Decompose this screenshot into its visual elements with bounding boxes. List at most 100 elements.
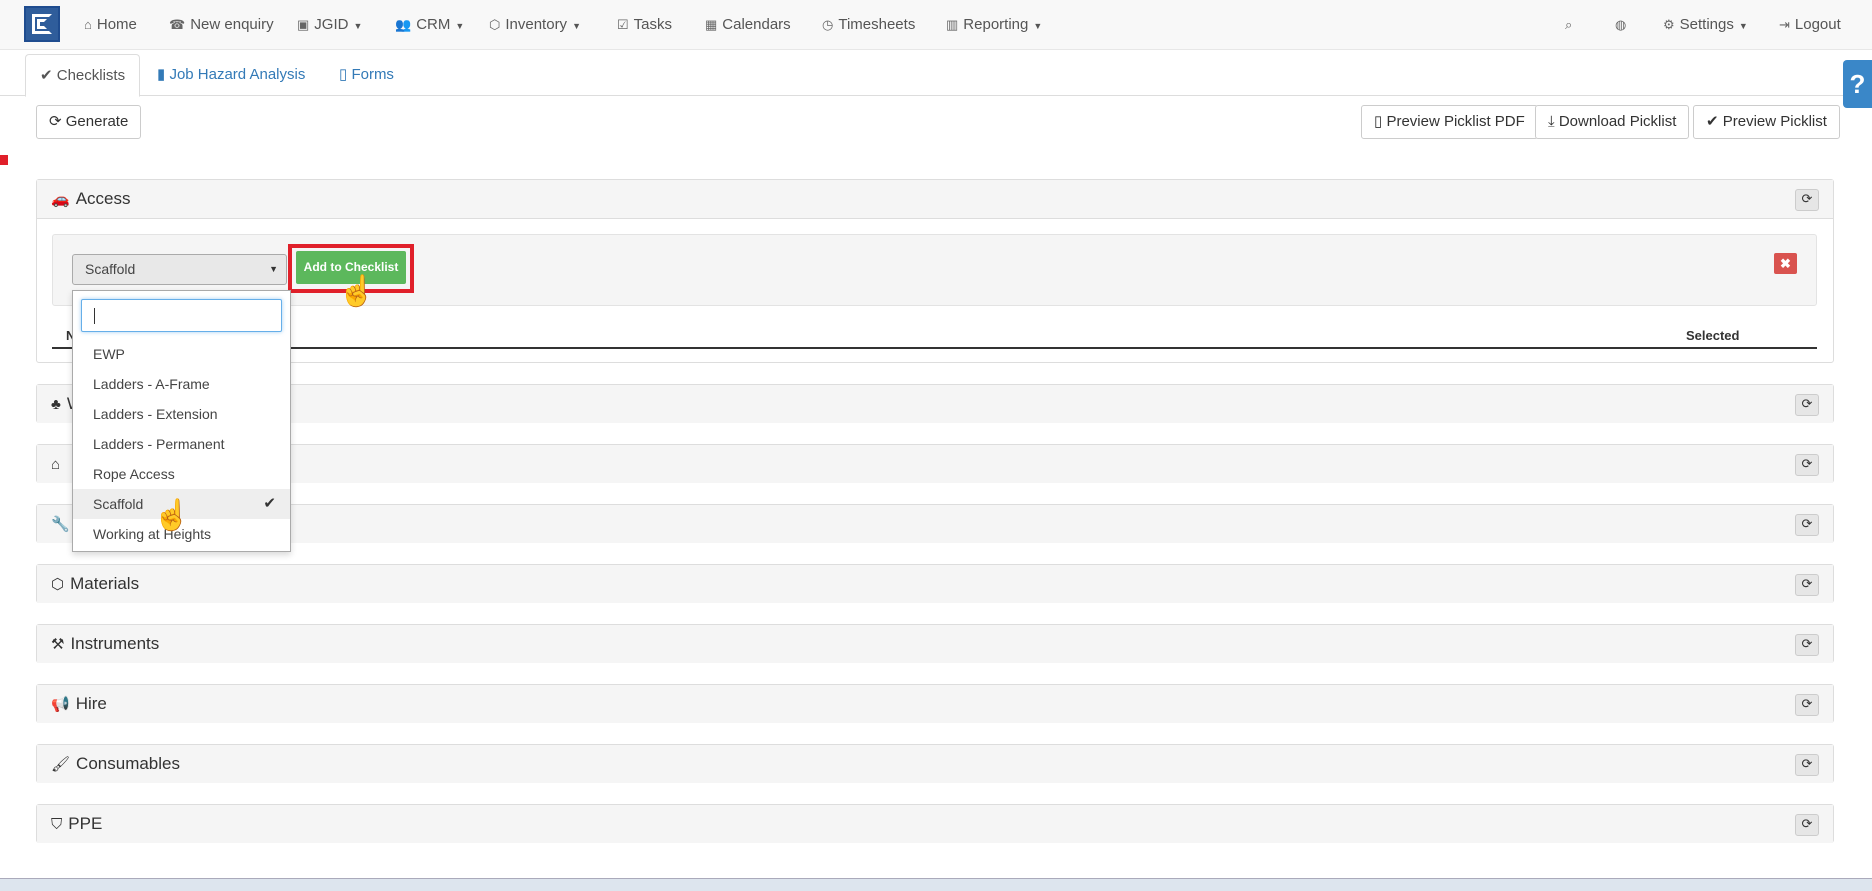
checkbox-icon: ☑ xyxy=(617,17,629,32)
panel-ppe-header[interactable]: ⛉ PPE ⟳ xyxy=(37,805,1833,843)
jgid-icon: ▣ xyxy=(297,17,310,32)
panel-3-header[interactable]: ⌂ ⟳ xyxy=(37,445,1833,483)
nav-settings[interactable]: ⚙ Settings ▼ xyxy=(1663,0,1748,49)
caret-down-icon: ▼ xyxy=(455,21,465,31)
nav-tasks[interactable]: ☑ Tasks xyxy=(617,0,672,49)
nav-jgid[interactable]: ▣ JGID ▼ xyxy=(297,0,362,49)
file-pdf-icon: ▯ xyxy=(1374,113,1383,130)
refresh-icon[interactable]: ⟳ xyxy=(1795,514,1819,536)
clock-icon: ◷ xyxy=(822,17,834,32)
caret-down-icon: ▼ xyxy=(1033,21,1043,31)
top-navbar: ⌂ Home ☎ New enquiry ▣ JGID ▼ 👥 CRM ▼ ⬡ Invento… xyxy=(0,0,1872,50)
nav-inventory[interactable]: ⬡ Inventory ▼ xyxy=(489,0,581,49)
cubes-icon: ⬡ xyxy=(51,576,65,593)
globe-icon: ◍ xyxy=(1615,17,1627,32)
car-icon: 🚗 xyxy=(51,191,70,208)
checklist-item-select[interactable]: Scaffold ▼ xyxy=(72,254,287,285)
nav-search[interactable]: ⌕ xyxy=(1565,0,1577,49)
nav-home[interactable]: ⌂ Home xyxy=(84,0,137,49)
panel-4: 🔧 ⟳ xyxy=(36,504,1834,543)
signal-icon: ▮ xyxy=(157,66,166,83)
nav-new-enquiry[interactable]: ☎ New enquiry xyxy=(169,0,274,49)
bullhorn-icon: 📢 xyxy=(51,696,70,713)
panel-consumables: 🖌 Consumables ⟳ xyxy=(36,744,1834,783)
table-header-rule xyxy=(52,347,1817,349)
close-icon: ✖ xyxy=(1780,256,1791,271)
bottom-strip xyxy=(0,878,1872,891)
tab-job-hazard-analysis[interactable]: ▮ Job Hazard Analysis xyxy=(143,54,319,95)
refresh-icon[interactable]: ⟳ xyxy=(1795,694,1819,716)
calendar-icon: ▦ xyxy=(705,17,718,32)
panel-consumables-header[interactable]: 🖌 Consumables ⟳ xyxy=(37,745,1833,783)
dropdown-option[interactable]: Ladders - Permanent xyxy=(73,429,290,459)
refresh-icon[interactable]: ⟳ xyxy=(1795,754,1819,776)
caret-down-icon: ▼ xyxy=(572,21,581,31)
nav-logout[interactable]: ⇥ Logout xyxy=(1779,0,1841,49)
tab-checklists[interactable]: ✔ Checklists xyxy=(25,54,141,97)
nav-language[interactable]: ◍ xyxy=(1615,0,1631,49)
tab-forms[interactable]: ▯ Forms xyxy=(325,54,408,95)
refresh-icon[interactable]: ⟳ xyxy=(1795,814,1819,836)
preview-picklist-pdf-button[interactable]: ▯ Preview Picklist PDF xyxy=(1361,105,1538,139)
panel-instruments-header[interactable]: ⚒ Instruments ⟳ xyxy=(37,625,1833,663)
panel-materials-header[interactable]: ⬡ Materials ⟳ xyxy=(37,565,1833,603)
nav-timesheets[interactable]: ◷ Timesheets xyxy=(822,0,915,49)
check-icon: ✔ xyxy=(40,67,53,84)
brush-icon: 🖌 xyxy=(51,756,71,773)
search-icon: ⌕ xyxy=(1565,17,1573,32)
dropdown-option[interactable]: Rope Access xyxy=(73,459,290,489)
wrench-icon: 🔧 xyxy=(51,516,70,533)
panel-materials: ⬡ Materials ⟳ xyxy=(36,564,1834,603)
home-icon: ⌂ xyxy=(51,456,61,473)
refresh-icon[interactable]: ⟳ xyxy=(1795,189,1819,211)
generate-button[interactable]: ⟳ Generate xyxy=(36,105,142,139)
logout-icon: ⇥ xyxy=(1779,17,1790,32)
gear-icon: ⚙ xyxy=(1663,17,1675,32)
caret-down-icon: ▼ xyxy=(353,21,363,31)
nav-crm[interactable]: 👥 CRM ▼ xyxy=(395,0,464,49)
panel-access-header[interactable]: 🚗 Access ⟳ xyxy=(37,180,1833,219)
file-icon: ▯ xyxy=(339,66,348,83)
check-icon: ✔ xyxy=(1706,113,1719,130)
download-icon: ⤓ xyxy=(1548,113,1555,130)
refresh-icon[interactable]: ⟳ xyxy=(1795,454,1819,476)
panel-instruments: ⚒ Instruments ⟳ xyxy=(36,624,1834,663)
preview-picklist-button[interactable]: ✔ Preview Picklist xyxy=(1693,105,1840,139)
panel-2-header[interactable]: ♣W ⟳ xyxy=(37,385,1833,423)
refresh-icon: ⟳ xyxy=(49,113,62,130)
caret-down-icon: ▼ xyxy=(269,264,278,274)
caret-down-icon: ▼ xyxy=(1738,21,1748,31)
dropdown-option[interactable]: EWP xyxy=(73,339,290,369)
help-button[interactable]: ? xyxy=(1843,60,1872,108)
nav-reporting[interactable]: ▥ Reporting ▼ xyxy=(946,0,1042,49)
panel-2: ♣W ⟳ xyxy=(36,384,1834,423)
panel-hire: 📢 Hire ⟳ xyxy=(36,684,1834,723)
refresh-icon[interactable]: ⟳ xyxy=(1795,634,1819,656)
shield-icon: ⛉ xyxy=(51,816,63,833)
panel-4-header[interactable]: 🔧 ⟳ xyxy=(37,505,1833,543)
app-logo[interactable] xyxy=(24,6,60,42)
home-icon: ⌂ xyxy=(84,17,92,32)
nav-calendars[interactable]: ▦ Calendars xyxy=(705,0,791,49)
users-icon: 👥 xyxy=(395,17,412,32)
dropdown-option[interactable]: Ladders - A-Frame xyxy=(73,369,290,399)
side-marker xyxy=(0,155,8,165)
cubes-icon: ⬡ xyxy=(489,17,501,32)
column-header-selected: Selected xyxy=(1686,328,1740,343)
dropdown-search-input[interactable] xyxy=(81,299,282,332)
remove-button[interactable]: ✖ xyxy=(1774,253,1797,274)
hand-cursor-icon: ☝ xyxy=(338,275,376,308)
check-icon: ✔ xyxy=(263,495,276,512)
refresh-icon[interactable]: ⟳ xyxy=(1795,394,1819,416)
checklist-tabs: ✔ Checklists ▮ Job Hazard Analysis ▯ For… xyxy=(0,49,1872,97)
panel-ppe: ⛉ PPE ⟳ xyxy=(36,804,1834,843)
panel-hire-header[interactable]: 📢 Hire ⟳ xyxy=(37,685,1833,723)
panel-3: ⌂ ⟳ xyxy=(36,444,1834,483)
phone-icon: ☎ xyxy=(169,17,186,32)
refresh-icon[interactable]: ⟳ xyxy=(1795,574,1819,596)
tree-icon: ♣ xyxy=(51,396,61,413)
dropdown-option[interactable]: Ladders - Extension xyxy=(73,399,290,429)
download-picklist-button[interactable]: ⤓ Download Picklist xyxy=(1535,105,1690,139)
gavel-icon: ⚒ xyxy=(51,636,65,653)
bar-chart-icon: ▥ xyxy=(946,17,959,32)
